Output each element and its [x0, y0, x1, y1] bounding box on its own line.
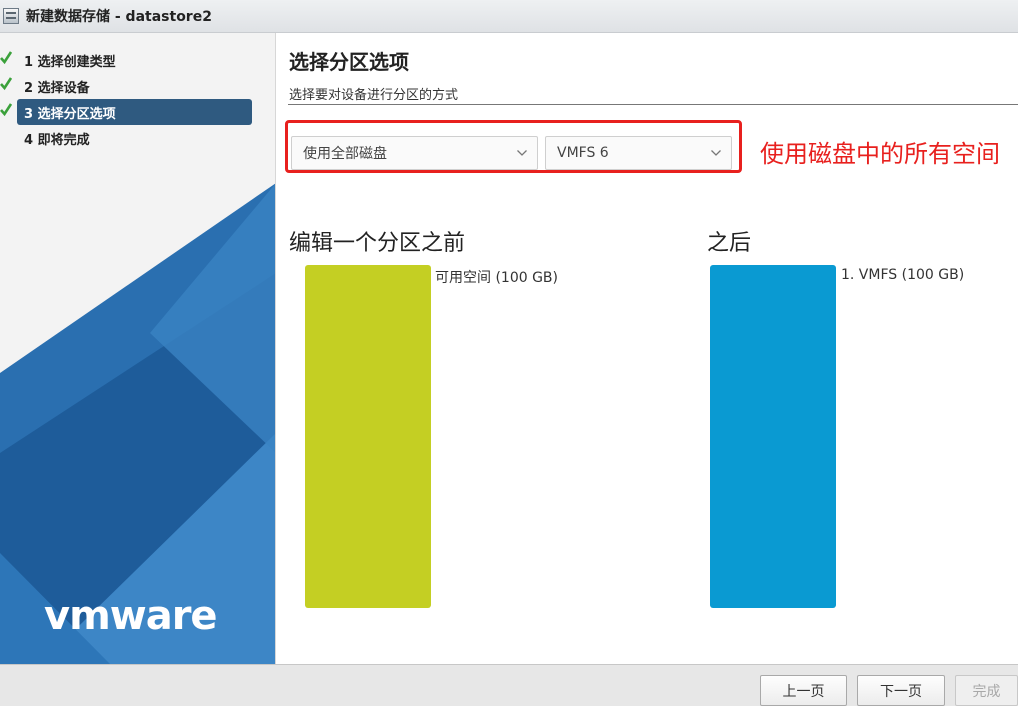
step-label: 3 选择分区选项: [24, 106, 116, 122]
wizard-steps: 1 选择创建类型 2 选择设备 3 选择分区选项 4 即将完成: [0, 47, 275, 151]
step-select-device[interactable]: 2 选择设备: [0, 73, 275, 99]
window-title: 新建数据存储 - datastore2: [26, 9, 212, 25]
step-label: 1 选择创建类型: [24, 54, 116, 70]
vmware-logo: vmware: [44, 593, 218, 639]
checkmark-icon: [0, 77, 12, 91]
datastore-icon: [3, 8, 19, 24]
step-select-partition-options[interactable]: 3 选择分区选项: [0, 99, 275, 125]
step-ready-to-complete[interactable]: 4 即将完成: [0, 125, 275, 151]
dialog-window: 新建数据存储 - datastore2 1 选择创建类型 2 选择设备 3 选择…: [0, 0, 1018, 706]
after-heading: 之后: [707, 231, 752, 256]
next-button[interactable]: 下一页: [857, 675, 945, 706]
step-label: 4 即将完成: [24, 132, 90, 148]
annotation-text: 使用磁盘中的所有空间: [760, 140, 1000, 168]
finish-button[interactable]: 完成: [955, 675, 1018, 706]
step-select-create-type[interactable]: 1 选择创建类型: [0, 47, 275, 73]
checkmark-icon: [0, 51, 12, 65]
before-heading: 编辑一个分区之前: [289, 231, 466, 256]
title-bar: 新建数据存储 - datastore2: [0, 0, 1018, 33]
back-button[interactable]: 上一页: [760, 675, 847, 706]
vmfs-partition-bar: [710, 265, 836, 608]
page-subtitle: 选择要对设备进行分区的方式: [289, 88, 459, 103]
wizard-sidebar: 1 选择创建类型 2 选择设备 3 选择分区选项 4 即将完成 vmware: [0, 33, 276, 664]
main-content: 选择分区选项 选择要对设备进行分区的方式 使用全部磁盘 VMFS 6 使用磁盘中…: [276, 33, 1018, 664]
annotation-highlight-box: [285, 120, 742, 173]
vmfs-partition-label: 1. VMFS (100 GB): [841, 267, 965, 283]
step-label: 2 选择设备: [24, 80, 90, 96]
page-title: 选择分区选项: [289, 50, 409, 74]
free-space-label: 可用空间 (100 GB): [435, 270, 558, 286]
title-divider: [288, 104, 1018, 105]
free-space-bar: [305, 265, 431, 608]
checkmark-icon: [0, 103, 12, 117]
wizard-footer: 上一页 下一页 完成: [0, 664, 1018, 706]
